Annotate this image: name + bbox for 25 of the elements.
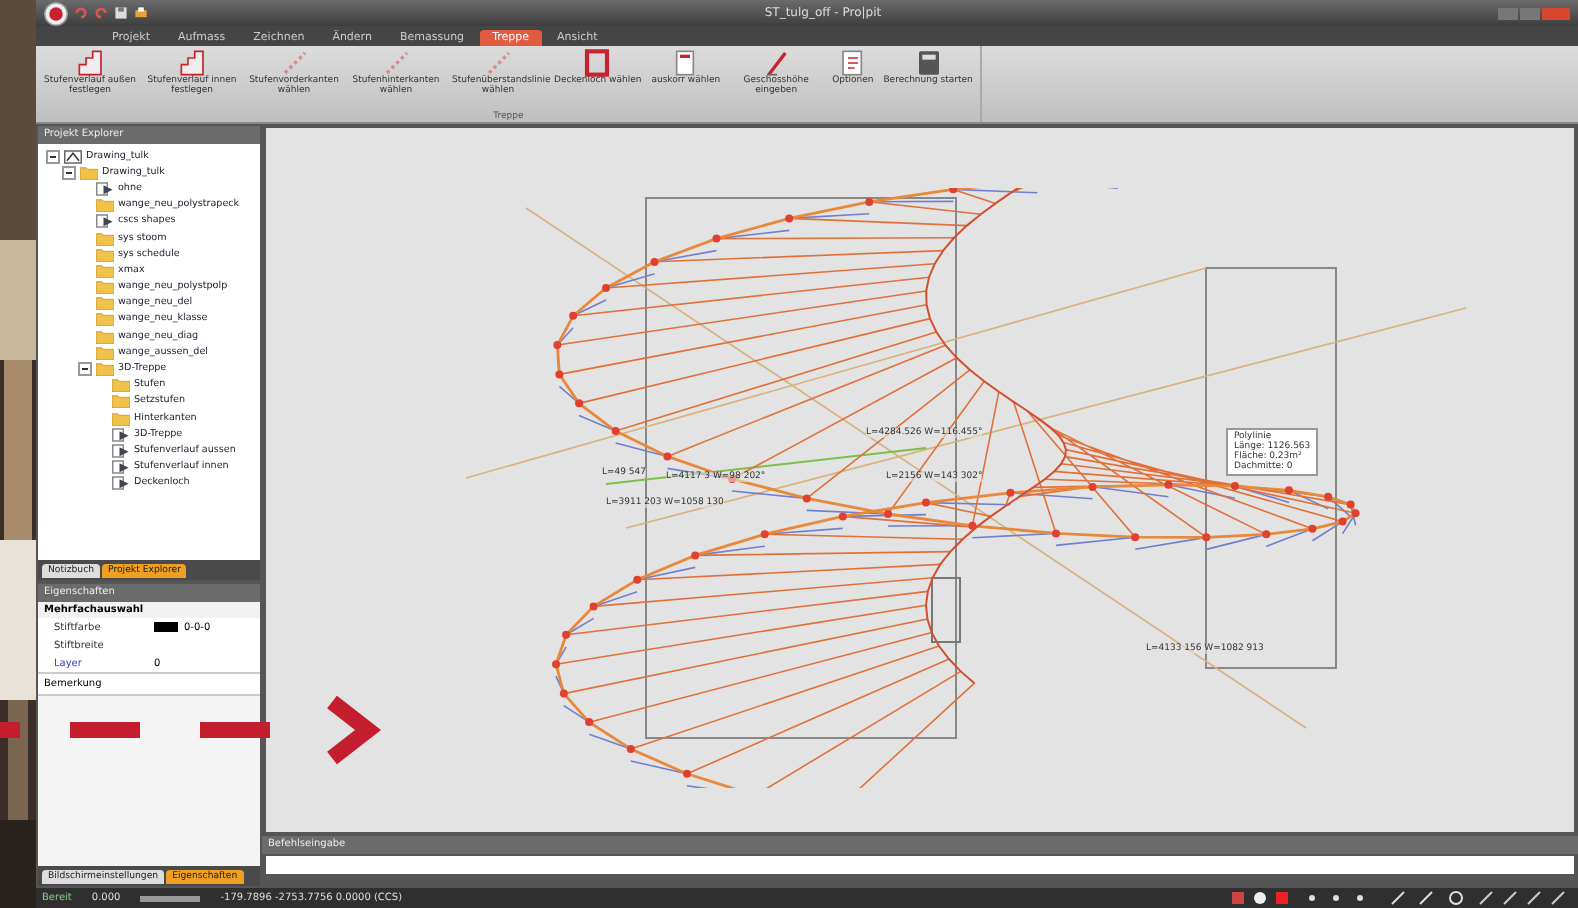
- line-icon: [279, 48, 309, 78]
- color-swatch[interactable]: [154, 622, 178, 632]
- redo-icon[interactable]: [94, 6, 108, 20]
- minimize-button[interactable]: [1497, 7, 1518, 19]
- undo-icon[interactable]: [74, 6, 88, 20]
- frame-icon: [582, 48, 613, 78]
- line-icon: [483, 48, 513, 78]
- calculator-icon: [913, 48, 944, 78]
- expander[interactable]: [46, 149, 60, 164]
- expander[interactable]: [62, 165, 76, 180]
- layer-icon: [96, 214, 114, 229]
- print-icon[interactable]: [134, 6, 148, 20]
- maximize-button[interactable]: [1519, 7, 1540, 19]
- close-button[interactable]: [1541, 7, 1570, 19]
- app-logo-icon[interactable]: [44, 1, 68, 25]
- drawing-icon: [64, 149, 82, 164]
- line-icon: [381, 48, 411, 78]
- expander[interactable]: [78, 362, 92, 377]
- save-icon[interactable]: [114, 6, 128, 20]
- command-input-field[interactable]: [266, 856, 1574, 874]
- stair-icon: [177, 48, 207, 78]
- pencil-icon: [761, 48, 792, 78]
- layer-icon: [96, 181, 114, 196]
- stair-icon: [75, 48, 105, 78]
- canvas-background[interactable]: [266, 128, 1574, 832]
